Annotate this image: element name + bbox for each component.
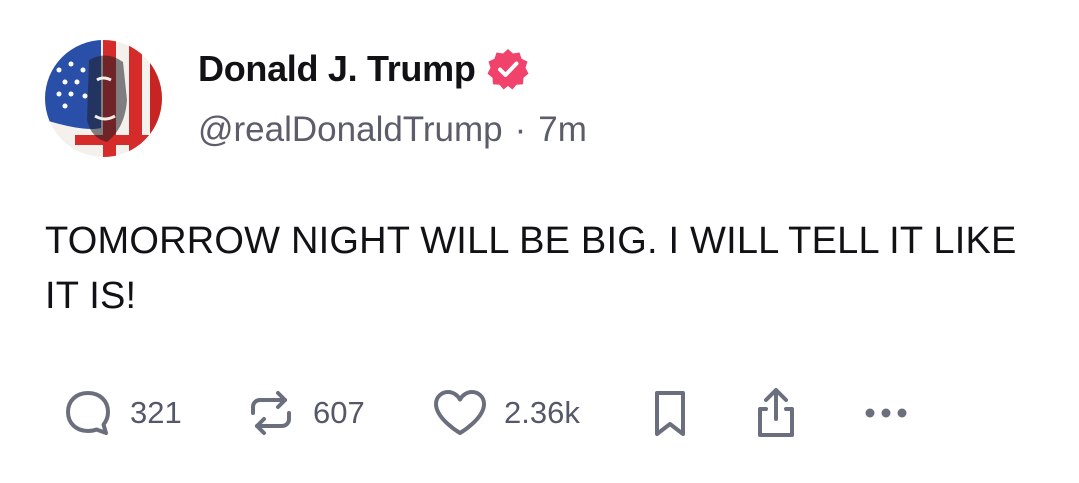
reply-count: 321 [130, 395, 182, 430]
share-button[interactable] [748, 385, 804, 441]
avatar-image [45, 40, 162, 157]
reply-icon [66, 391, 110, 435]
share-icon [758, 388, 794, 437]
avatar[interactable] [45, 40, 162, 157]
post-timestamp[interactable]: 7m [538, 110, 587, 150]
verified-badge-icon [487, 49, 529, 90]
bookmark-button[interactable] [642, 385, 698, 441]
reply-button[interactable]: 321 [60, 385, 182, 441]
more-icon [865, 408, 907, 418]
author-handle[interactable]: @realDonaldTrump [198, 110, 503, 150]
more-options-button[interactable] [860, 385, 916, 441]
post-card: Donald J. Trump @realDonaldTrump · 7m TO… [0, 0, 1079, 483]
bookmark-icon [655, 391, 685, 436]
like-button[interactable]: 2.36k [430, 385, 580, 441]
repost-button[interactable]: 607 [243, 385, 365, 441]
author-name-row: Donald J. Trump [198, 44, 530, 94]
author-meta: @realDonaldTrump · 7m [198, 110, 587, 150]
like-count: 2.36k [504, 395, 580, 430]
post-body-text: TOMORROW NIGHT WILL BE BIG. I WILL TELL … [45, 220, 1017, 317]
repost-icon [251, 391, 291, 435]
author-display-name[interactable]: Donald J. Trump [198, 48, 476, 90]
heart-icon [434, 390, 486, 435]
repost-count: 607 [313, 395, 365, 430]
meta-separator: · [514, 110, 527, 149]
post-actions-bar: 321 607 2.36k [60, 385, 960, 441]
